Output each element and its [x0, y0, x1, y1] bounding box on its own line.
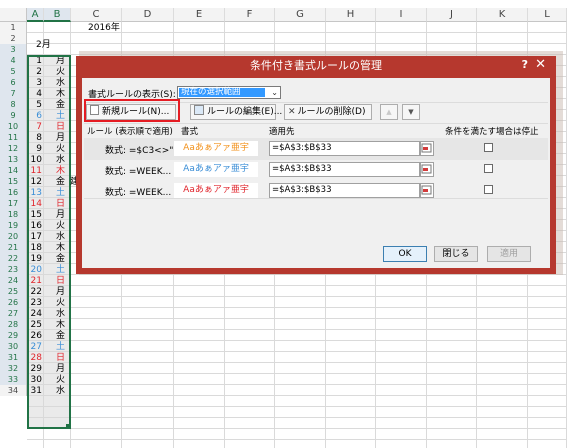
- row-header[interactable]: 14: [0, 165, 27, 176]
- select-all-corner[interactable]: [0, 8, 27, 22]
- row-header[interactable]: 19: [0, 220, 27, 231]
- rule-formula: 数式: =$C3<>"": [105, 146, 178, 156]
- row-header[interactable]: 9: [0, 110, 27, 121]
- cell-a2[interactable]: 2月: [36, 40, 51, 51]
- row-header[interactable]: 20: [0, 231, 27, 242]
- stop-if-true-checkbox[interactable]: [484, 164, 493, 173]
- format-column-header: 書式: [181, 127, 199, 137]
- row-header[interactable]: 1: [0, 22, 27, 33]
- dialog-body: 書式ルールの表示(S): 現在の選択範囲 ⌄ 新規ルール(N)... ルールの編…: [82, 78, 550, 268]
- row-header[interactable]: 34: [0, 385, 27, 396]
- delete-icon: ✕: [288, 107, 296, 117]
- column-header-e[interactable]: E: [174, 8, 225, 22]
- rule-column-header: ルール (表示順で適用): [87, 127, 173, 137]
- row-header[interactable]: 32: [0, 363, 27, 374]
- row-header[interactable]: 15: [0, 176, 27, 187]
- row-header[interactable]: 10: [0, 121, 27, 132]
- applies-to-input[interactable]: =$A$3:$B$33: [269, 141, 420, 156]
- row-header[interactable]: 33: [0, 374, 27, 385]
- row-header[interactable]: 18: [0, 209, 27, 220]
- applies-to-input[interactable]: =$A$3:$B$33: [269, 162, 420, 177]
- row-header[interactable]: 24: [0, 275, 27, 286]
- row-header[interactable]: 13: [0, 154, 27, 165]
- ok-button[interactable]: OK: [383, 246, 427, 262]
- edit-rule-label: ルールの編集(E)...: [207, 107, 283, 117]
- row-header[interactable]: 27: [0, 308, 27, 319]
- row-header[interactable]: 23: [0, 264, 27, 275]
- row-header[interactable]: 4: [0, 55, 27, 66]
- apply-button[interactable]: 適用: [487, 246, 531, 262]
- format-preview: Aaあぁアァ亜宇: [174, 183, 258, 198]
- column-header-k[interactable]: K: [477, 8, 528, 22]
- row-header[interactable]: 25: [0, 286, 27, 297]
- close-button[interactable]: 閉じる: [434, 246, 478, 262]
- move-down-button[interactable]: ▼: [402, 104, 420, 120]
- row-header[interactable]: 11: [0, 132, 27, 143]
- rule-formula: 数式: =WEEK...: [105, 188, 172, 198]
- chevron-down-icon: ⌄: [271, 88, 278, 97]
- stop-if-true-checkbox[interactable]: [484, 143, 493, 152]
- stop-if-true-checkbox[interactable]: [484, 185, 493, 194]
- show-rules-value: 現在の選択範囲: [179, 88, 265, 97]
- row-header[interactable]: 5: [0, 66, 27, 77]
- row-header[interactable]: 26: [0, 297, 27, 308]
- dialog-title: 条件付き書式ルールの管理: [250, 59, 382, 72]
- format-preview: Aaあぁアァ亜宇: [174, 162, 258, 177]
- column-header-f[interactable]: F: [225, 8, 275, 22]
- row-header[interactable]: 31: [0, 352, 27, 363]
- stop-if-true-column-header: 条件を満たす場合は停止: [445, 127, 539, 137]
- column-header-d[interactable]: D: [122, 8, 174, 22]
- row-header[interactable]: 8: [0, 99, 27, 110]
- row-header[interactable]: 7: [0, 88, 27, 99]
- delete-rule-label: ルールの削除(D): [297, 107, 366, 117]
- row-header[interactable]: 22: [0, 253, 27, 264]
- fill-handle[interactable]: [66, 424, 71, 429]
- show-rules-select[interactable]: 現在の選択範囲 ⌄: [177, 86, 281, 99]
- rules-list-bottom: [84, 198, 548, 199]
- rule-formula: 数式: =WEEK...: [105, 167, 172, 177]
- row-header[interactable]: 16: [0, 187, 27, 198]
- column-header-b[interactable]: B: [44, 8, 71, 22]
- row-header[interactable]: 6: [0, 77, 27, 88]
- row-header[interactable]: 29: [0, 330, 27, 341]
- row-header[interactable]: 28: [0, 319, 27, 330]
- delete-rule-button[interactable]: ✕ ルールの削除(D): [284, 104, 372, 120]
- edit-rule-button[interactable]: ルールの編集(E)...: [190, 104, 282, 120]
- column-header-h[interactable]: H: [326, 8, 376, 22]
- applies-to-column-header: 適用先: [269, 127, 295, 137]
- column-header-g[interactable]: G: [275, 8, 326, 22]
- new-rule-highlight: [84, 99, 180, 122]
- selection-border: [27, 55, 71, 429]
- rule-row[interactable]: 数式: =$C3<>"" Aaあぁアァ亜宇 =$A$3:$B$33: [84, 138, 548, 160]
- format-preview: Aaあぁアァ亜宇: [174, 141, 258, 156]
- column-header-j[interactable]: J: [427, 8, 477, 22]
- conditional-format-dialog: 条件付き書式ルールの管理 ? ✕ 書式ルールの表示(S): 現在の選択範囲 ⌄ …: [76, 56, 556, 274]
- applies-to-input[interactable]: =$A$3:$B$33: [269, 183, 420, 198]
- row-header[interactable]: 17: [0, 198, 27, 209]
- row-header[interactable]: 21: [0, 242, 27, 253]
- row-header[interactable]: 3: [0, 44, 27, 55]
- rule-row[interactable]: 数式: =WEEK... Aaあぁアァ亜宇 =$A$3:$B$33: [84, 159, 548, 181]
- column-header-l[interactable]: L: [528, 8, 567, 22]
- column-header-a[interactable]: A: [27, 8, 44, 22]
- row-header[interactable]: 30: [0, 341, 27, 352]
- column-header-c[interactable]: C: [71, 8, 122, 22]
- edit-rule-icon: [194, 105, 204, 115]
- range-picker-icon[interactable]: [420, 162, 434, 177]
- column-header-i[interactable]: I: [376, 8, 427, 22]
- range-picker-icon[interactable]: [420, 141, 434, 156]
- cell-c1[interactable]: 2016年: [88, 23, 120, 34]
- range-picker-icon[interactable]: [420, 183, 434, 198]
- help-icon[interactable]: ?: [522, 58, 528, 71]
- close-icon[interactable]: ✕: [535, 57, 546, 72]
- row-header[interactable]: 12: [0, 143, 27, 154]
- move-up-button[interactable]: ▲: [380, 104, 398, 120]
- row-header[interactable]: 2: [0, 33, 27, 44]
